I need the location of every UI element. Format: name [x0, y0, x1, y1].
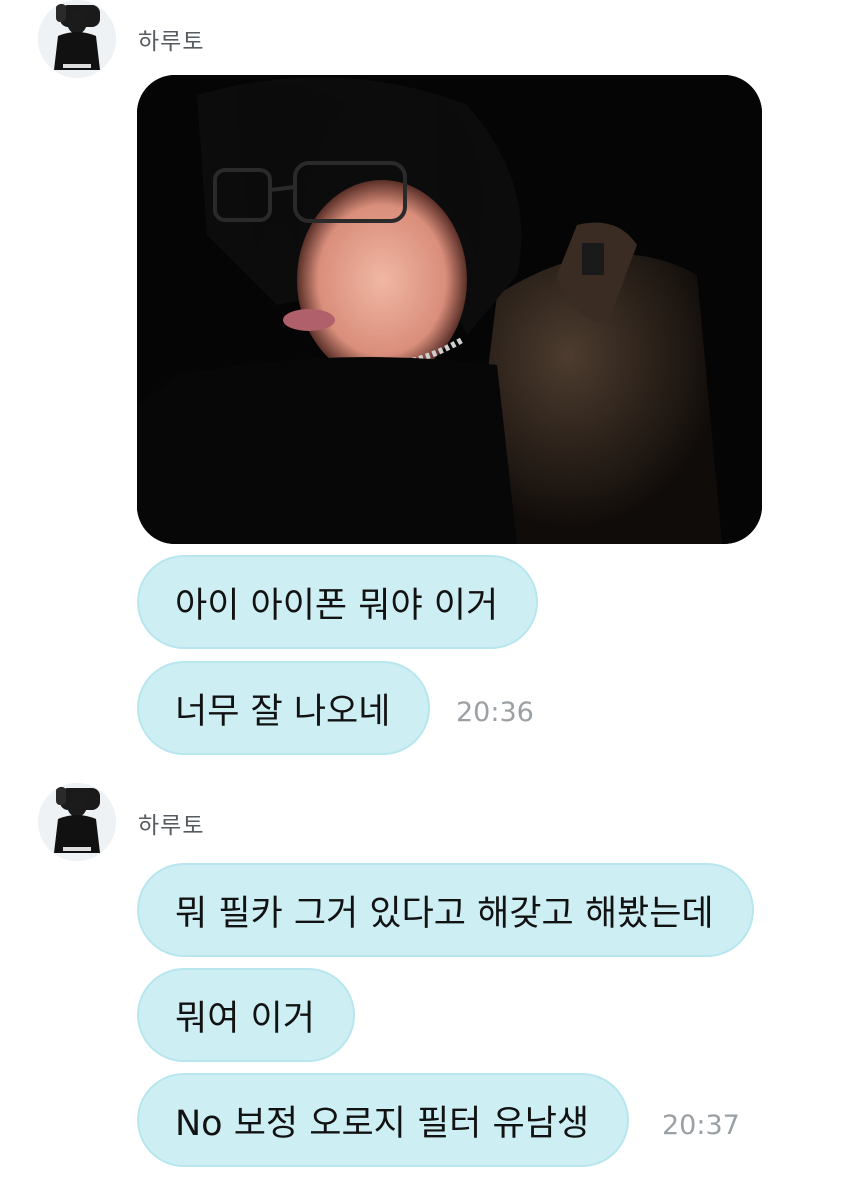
portrait-photo-icon — [137, 75, 762, 544]
avatar-person-icon — [38, 0, 116, 78]
message-text: No 보정 오로지 필터 유남생 — [175, 1103, 590, 1144]
sender-name: 하루토 — [138, 813, 205, 839]
message-text: 뭐 필카 그거 있다고 해갖고 해봤는데 — [175, 893, 714, 934]
sender-avatar[interactable] — [38, 0, 116, 78]
photo-message[interactable] — [137, 75, 762, 544]
avatar-person-icon — [38, 783, 116, 861]
message-bubble[interactable]: No 보정 오로지 필터 유남생 — [137, 1073, 630, 1167]
sender-name: 하루토 — [138, 29, 205, 55]
message-bubble[interactable]: 뭐여 이거 — [137, 968, 355, 1062]
message-text: 아이 아이폰 뭐야 이거 — [175, 585, 499, 626]
message-text: 너무 잘 나오네 — [175, 691, 391, 732]
message-bubble[interactable]: 뭐 필카 그거 있다고 해갖고 해봤는데 — [137, 863, 754, 957]
message-timestamp: 20:37 — [662, 1110, 740, 1141]
message-timestamp: 20:36 — [456, 697, 534, 728]
chat-view: 하루토 아이 아이폰 뭐야 이거 너무 잘 나오네 20:36 하루토 뭐 필카… — [0, 0, 845, 1199]
message-text: 뭐여 이거 — [175, 998, 315, 1039]
message-bubble[interactable]: 너무 잘 나오네 — [137, 661, 431, 755]
sender-avatar[interactable] — [38, 783, 116, 861]
message-bubble[interactable]: 아이 아이폰 뭐야 이거 — [137, 555, 539, 649]
